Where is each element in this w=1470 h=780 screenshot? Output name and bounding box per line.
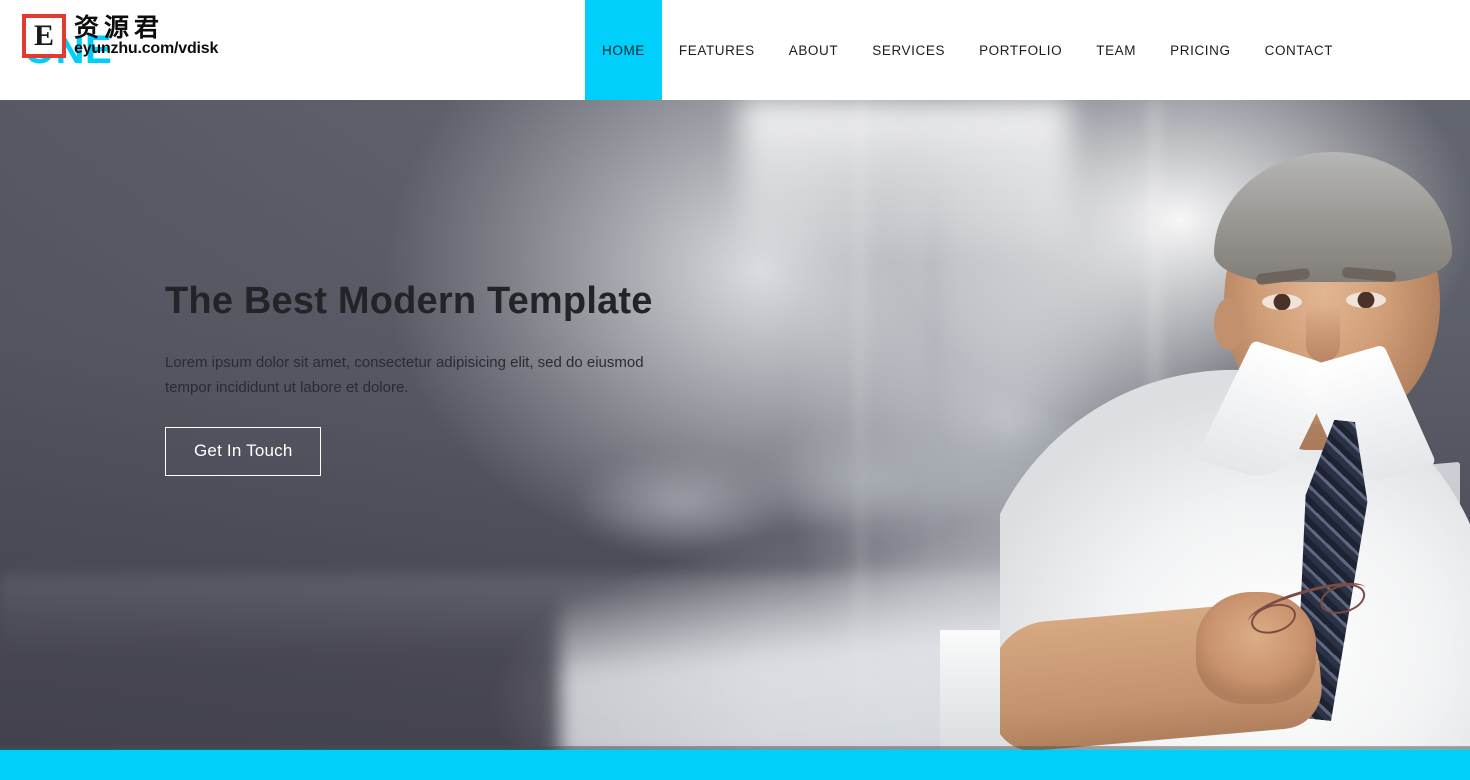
businessman-eye-left bbox=[1262, 294, 1302, 310]
businessman-nose bbox=[1306, 306, 1340, 362]
site-logo[interactable]: ONE bbox=[24, 0, 112, 100]
landing-page: ONE HOME FEATURES ABOUT SERVICES PORTFOL… bbox=[0, 0, 1470, 780]
nav-item-team[interactable]: TEAM bbox=[1079, 0, 1153, 100]
get-in-touch-button[interactable]: Get In Touch bbox=[165, 427, 322, 476]
businessman-hair bbox=[1214, 152, 1452, 282]
site-logo-accent: ONE bbox=[24, 28, 113, 72]
nav-item-services[interactable]: SERVICES bbox=[855, 0, 962, 100]
hero-section: The Best Modern Template Lorem ipsum dol… bbox=[0, 100, 1470, 750]
nav-item-portfolio[interactable]: PORTFOLIO bbox=[962, 0, 1079, 100]
hero-title: The Best Modern Template bbox=[165, 280, 653, 322]
businessman-ear bbox=[1214, 298, 1244, 350]
site-header: ONE HOME FEATURES ABOUT SERVICES PORTFOL… bbox=[0, 0, 1470, 100]
businessman-eye-right bbox=[1346, 292, 1386, 308]
nav-item-home[interactable]: HOME bbox=[585, 0, 662, 100]
nav-item-pricing[interactable]: PRICING bbox=[1153, 0, 1247, 100]
hero-content: The Best Modern Template Lorem ipsum dol… bbox=[165, 280, 785, 476]
main-navigation: HOME FEATURES ABOUT SERVICES PORTFOLIO T… bbox=[585, 0, 1350, 100]
nav-item-about[interactable]: ABOUT bbox=[772, 0, 856, 100]
site-logo-text: ONE bbox=[24, 30, 112, 70]
hero-businessman-photo bbox=[1000, 100, 1470, 750]
nav-item-contact[interactable]: CONTACT bbox=[1248, 0, 1350, 100]
nav-item-features[interactable]: FEATURES bbox=[662, 0, 772, 100]
hero-subtitle: Lorem ipsum dolor sit amet, consectetur … bbox=[165, 353, 644, 397]
bottom-accent-bar bbox=[0, 750, 1470, 780]
